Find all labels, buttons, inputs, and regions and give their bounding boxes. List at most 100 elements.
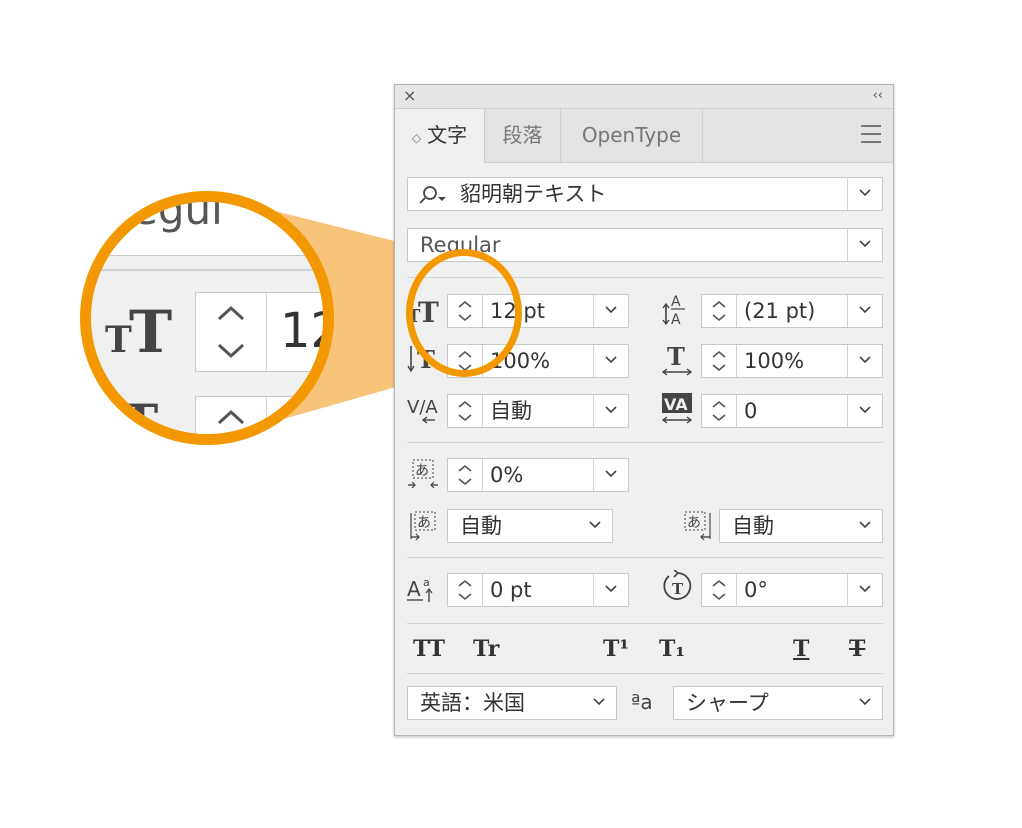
stepper-icon: [458, 464, 472, 486]
strikethrough-button[interactable]: T: [849, 637, 865, 661]
language-field[interactable]: 英語：米国: [407, 686, 617, 720]
tsume-value: 0%: [490, 463, 524, 487]
horizontal-scale-stepper[interactable]: [702, 345, 737, 377]
kerning-value: 自動: [490, 399, 532, 423]
chevron-down-icon: [859, 406, 871, 414]
svg-text:あ: あ: [687, 515, 701, 531]
chevron-down-icon: [605, 406, 617, 414]
divider: [407, 442, 883, 443]
svg-text:T: T: [672, 580, 684, 598]
chevron-down-icon: [859, 585, 871, 593]
font-family-value: 貂明朝テキスト: [460, 182, 607, 206]
svg-text:あ: あ: [417, 515, 431, 531]
zoom-stepper-up-icon: [217, 409, 245, 425]
baseline-shift-dropdown[interactable]: [593, 574, 628, 606]
aki-after-field[interactable]: 自動: [719, 509, 883, 543]
baseline-shift-value: 0 pt: [490, 578, 532, 602]
svg-text:A: A: [671, 312, 681, 327]
leading-value: (21 pt): [744, 299, 816, 323]
aki-before-icon: あ: [410, 511, 436, 541]
character-rotation-value: 0°: [744, 578, 768, 602]
aki-before-value: 自動: [460, 514, 502, 538]
horizontal-scale-dropdown[interactable]: [847, 345, 882, 377]
kerning-stepper[interactable]: [448, 395, 483, 427]
divider: [407, 623, 883, 624]
chevron-down-icon: [859, 306, 871, 314]
tsume-dropdown[interactable]: [593, 459, 628, 491]
font-family-field[interactable]: 貂明朝テキスト: [407, 177, 883, 211]
chevron-down-icon: [605, 306, 617, 314]
tsume-field[interactable]: 0%: [447, 458, 629, 492]
tab-paragraph[interactable]: 段落: [485, 109, 561, 162]
horizontal-scale-icon: T: [661, 342, 693, 376]
zoom-font-size-field: 12: [195, 292, 323, 372]
divider: [407, 673, 883, 674]
chevron-down-icon: [605, 356, 617, 364]
character-rotation-stepper[interactable]: [702, 574, 737, 606]
leading-stepper[interactable]: [702, 295, 737, 327]
anti-aliasing-field[interactable]: シャープ: [673, 686, 883, 720]
baseline-shift-icon: A a: [407, 576, 433, 602]
stepper-icon: [712, 400, 726, 422]
stepper-icon: [712, 579, 726, 601]
zoom-divider: [91, 269, 323, 271]
underline-button[interactable]: T: [793, 637, 809, 661]
anti-aliasing-dropdown[interactable]: [848, 687, 882, 719]
aki-before-field[interactable]: 自動: [447, 509, 613, 543]
baseline-shift-field[interactable]: 0 pt: [447, 573, 629, 607]
anti-aliasing-value: シャープ: [686, 691, 769, 715]
chevron-down-icon: [859, 240, 871, 248]
kerning-field[interactable]: 自動: [447, 394, 629, 428]
character-rotation-field[interactable]: 0°: [701, 573, 883, 607]
horizontal-scale-value: 100%: [744, 349, 805, 373]
horizontal-scale-field[interactable]: 100%: [701, 344, 883, 378]
tracking-field[interactable]: 0: [701, 394, 883, 428]
zoom-font-size-text: 12: [280, 303, 323, 359]
tracking-value: 0: [744, 399, 758, 423]
character-rotation-dropdown[interactable]: [847, 574, 882, 606]
svg-text:A: A: [407, 577, 421, 601]
tab-opentype[interactable]: OpenType: [561, 109, 703, 162]
svg-text:V/A: V/A: [407, 397, 438, 418]
close-icon[interactable]: ×: [403, 88, 416, 104]
small-caps-button[interactable]: Tr: [473, 637, 499, 661]
language-value: 英語：米国: [420, 691, 525, 715]
tsume-stepper[interactable]: [448, 459, 483, 491]
baseline-shift-stepper[interactable]: [448, 574, 483, 606]
aki-after-value: 自動: [732, 514, 774, 538]
tracking-dropdown[interactable]: [847, 395, 882, 427]
leading-dropdown[interactable]: [847, 295, 882, 327]
font-family-dropdown[interactable]: [847, 178, 882, 210]
tab-character[interactable]: ◇ 文字: [395, 109, 485, 163]
tsume-icon: あ: [408, 459, 438, 489]
zoom-callout: egul T T 12 T: [80, 191, 334, 445]
font-size-dropdown[interactable]: [593, 295, 628, 327]
vertical-scale-dropdown[interactable]: [593, 345, 628, 377]
all-caps-button[interactable]: TT: [413, 637, 445, 661]
chevron-down-icon: [859, 698, 871, 706]
chevron-down-icon: [605, 585, 617, 593]
leading-field[interactable]: (21 pt): [701, 294, 883, 328]
tab-indicator-icon: ◇: [411, 131, 422, 145]
svg-text:VA: VA: [664, 395, 688, 414]
chevron-down-icon: [605, 470, 617, 478]
collapse-icon[interactable]: ‹‹: [873, 89, 883, 103]
aki-after-icon: あ: [684, 511, 711, 541]
panel-menu-icon[interactable]: [861, 125, 881, 149]
superscript-button[interactable]: T¹: [603, 637, 629, 661]
stepper-icon: [712, 350, 726, 372]
aki-before-dropdown[interactable]: [578, 510, 612, 542]
tracking-stepper[interactable]: [702, 395, 737, 427]
kerning-icon: V/A: [407, 397, 438, 424]
language-dropdown[interactable]: [582, 687, 616, 719]
zoom-stepper-icon: [217, 305, 245, 359]
anti-aliasing-icon: ªa: [631, 690, 653, 714]
search-icon: [419, 186, 446, 204]
aki-after-dropdown[interactable]: [848, 510, 882, 542]
tracking-icon: VA: [661, 393, 693, 424]
subscript-button[interactable]: T₁: [659, 637, 685, 661]
kerning-dropdown[interactable]: [593, 395, 628, 427]
chevron-down-icon: [593, 698, 605, 706]
font-style-dropdown[interactable]: [847, 229, 882, 261]
tab-label: 段落: [502, 123, 543, 147]
